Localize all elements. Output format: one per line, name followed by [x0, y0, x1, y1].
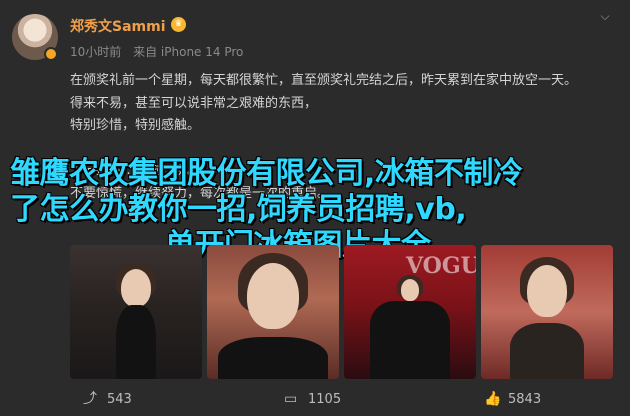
- verified-badge-icon: [44, 47, 58, 61]
- post-image-2[interactable]: [207, 245, 339, 379]
- post-image-4[interactable]: [481, 245, 613, 379]
- overlay-line-2: 了怎么办教你一招,饲养员招聘,vb,: [10, 192, 467, 227]
- like-button[interactable]: 👍 5843: [484, 388, 541, 410]
- overlay-line-1: 雏鹰农牧集团股份有限公司,冰箱不制冷: [10, 156, 523, 191]
- share-icon: ⤴: [83, 391, 97, 407]
- figure-head: [121, 269, 151, 307]
- action-bar: ⤴ 543 ▭ 1105 👍 5843: [0, 388, 630, 410]
- figure-head: [527, 265, 567, 317]
- post-paragraph: 在颁奖礼前一个星期，每天都很繁忙，直至颁奖礼完结之后，昨天累到在家中放空一天。: [70, 73, 578, 88]
- post-time[interactable]: 10小时前: [70, 45, 121, 59]
- figure-dress: [370, 301, 450, 379]
- post-paragraph: 得来不易，甚至可以说非常之艰难的东西，: [70, 95, 318, 111]
- share-count: 543: [107, 391, 132, 407]
- vip-crown-icon: ♛: [171, 17, 186, 32]
- post-paragraph: 特别珍惜，特别感触。: [70, 118, 201, 133]
- like-count: 5843: [508, 391, 542, 407]
- figure-head: [247, 263, 299, 329]
- comment-button[interactable]: ▭ 1105: [284, 388, 341, 410]
- post-meta: 10小时前 来自 iPhone 14 Pro: [70, 43, 251, 60]
- figure-head: [401, 279, 419, 301]
- comment-count: 1105: [308, 391, 342, 407]
- comment-icon: ▭: [284, 391, 298, 407]
- post-source: 来自 iPhone 14 Pro: [133, 45, 244, 59]
- share-button[interactable]: ⤴ 543: [83, 388, 132, 410]
- figure-dress: [510, 323, 584, 379]
- username[interactable]: 郑秀文Sammi: [70, 16, 166, 36]
- like-icon: 👍: [484, 391, 502, 407]
- chevron-down-icon[interactable]: ⌵: [597, 10, 613, 22]
- weibo-post-card: 郑秀文Sammi ♛ 10小时前 来自 iPhone 14 Pro ⌵ 在颁奖礼…: [0, 0, 630, 416]
- figure-dress: [218, 337, 328, 379]
- post-image-3[interactable]: VOGUE: [344, 245, 476, 379]
- post-image-1[interactable]: [70, 245, 202, 379]
- figure-dress: [116, 305, 156, 379]
- vogue-logo: VOGUE: [406, 253, 476, 279]
